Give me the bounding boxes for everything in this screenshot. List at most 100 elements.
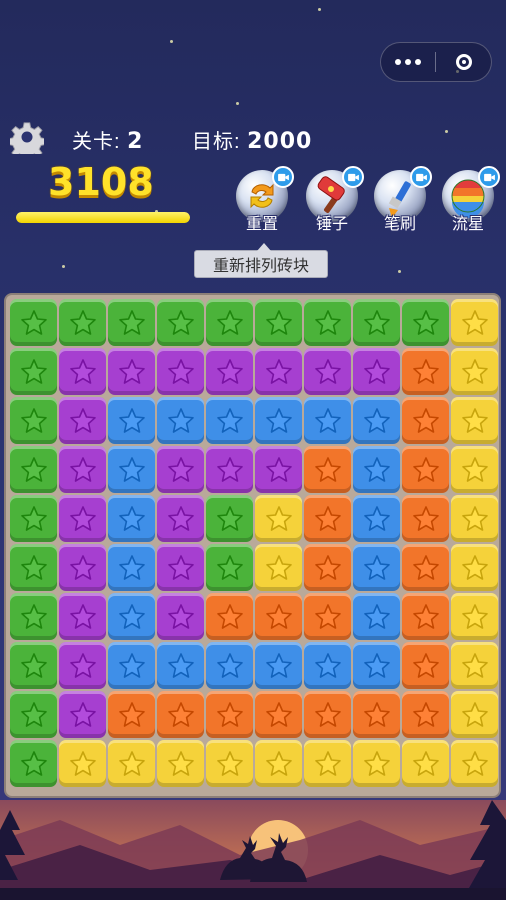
block-yellow[interactable] xyxy=(303,739,352,788)
tool-brush-button[interactable]: 笔刷 xyxy=(371,166,432,234)
block-purple[interactable] xyxy=(58,494,107,543)
block-purple[interactable] xyxy=(156,347,205,396)
block-green[interactable] xyxy=(9,347,58,396)
block-purple[interactable] xyxy=(58,690,107,739)
block-green[interactable] xyxy=(254,298,303,347)
block-orange[interactable] xyxy=(205,592,254,641)
block-orange[interactable] xyxy=(303,494,352,543)
block-yellow[interactable] xyxy=(107,739,156,788)
block-yellow[interactable] xyxy=(450,445,499,494)
block-green[interactable] xyxy=(58,298,107,347)
block-green[interactable] xyxy=(9,445,58,494)
block-purple[interactable] xyxy=(205,445,254,494)
block-green[interactable] xyxy=(205,494,254,543)
block-blue[interactable] xyxy=(107,543,156,592)
block-green[interactable] xyxy=(9,396,58,445)
block-orange[interactable] xyxy=(205,690,254,739)
block-purple[interactable] xyxy=(58,445,107,494)
block-yellow[interactable] xyxy=(254,494,303,543)
block-green[interactable] xyxy=(9,739,58,788)
block-purple[interactable] xyxy=(205,347,254,396)
block-blue[interactable] xyxy=(205,396,254,445)
block-orange[interactable] xyxy=(401,592,450,641)
block-orange[interactable] xyxy=(401,641,450,690)
block-blue[interactable] xyxy=(205,641,254,690)
block-blue[interactable] xyxy=(352,445,401,494)
more-dots-icon[interactable] xyxy=(381,43,435,81)
block-yellow[interactable] xyxy=(254,543,303,592)
block-blue[interactable] xyxy=(352,543,401,592)
block-orange[interactable] xyxy=(303,445,352,494)
target-circle-icon[interactable] xyxy=(436,43,491,81)
tool-meteor-button[interactable]: 流星 xyxy=(439,166,500,234)
block-blue[interactable] xyxy=(107,494,156,543)
block-orange[interactable] xyxy=(401,494,450,543)
block-green[interactable] xyxy=(401,298,450,347)
gear-icon[interactable] xyxy=(10,120,44,154)
block-blue[interactable] xyxy=(352,396,401,445)
block-purple[interactable] xyxy=(156,592,205,641)
block-orange[interactable] xyxy=(401,347,450,396)
block-orange[interactable] xyxy=(352,690,401,739)
block-purple[interactable] xyxy=(58,543,107,592)
block-yellow[interactable] xyxy=(450,396,499,445)
block-purple[interactable] xyxy=(58,641,107,690)
block-yellow[interactable] xyxy=(450,494,499,543)
block-blue[interactable] xyxy=(254,641,303,690)
block-yellow[interactable] xyxy=(156,739,205,788)
block-blue[interactable] xyxy=(352,641,401,690)
block-orange[interactable] xyxy=(254,690,303,739)
block-orange[interactable] xyxy=(401,445,450,494)
block-yellow[interactable] xyxy=(450,347,499,396)
block-green[interactable] xyxy=(205,298,254,347)
block-green[interactable] xyxy=(9,641,58,690)
block-blue[interactable] xyxy=(107,445,156,494)
block-yellow[interactable] xyxy=(450,543,499,592)
block-green[interactable] xyxy=(156,298,205,347)
block-green[interactable] xyxy=(352,298,401,347)
block-orange[interactable] xyxy=(401,396,450,445)
block-green[interactable] xyxy=(303,298,352,347)
block-orange[interactable] xyxy=(156,690,205,739)
block-yellow[interactable] xyxy=(450,690,499,739)
tool-reset-button[interactable]: 重置 xyxy=(233,166,294,234)
block-orange[interactable] xyxy=(303,690,352,739)
block-purple[interactable] xyxy=(58,592,107,641)
block-blue[interactable] xyxy=(352,592,401,641)
block-yellow[interactable] xyxy=(450,739,499,788)
block-orange[interactable] xyxy=(107,690,156,739)
block-yellow[interactable] xyxy=(58,739,107,788)
block-orange[interactable] xyxy=(303,592,352,641)
block-green[interactable] xyxy=(205,543,254,592)
block-purple[interactable] xyxy=(352,347,401,396)
tool-hammer-button[interactable]: 锤子 xyxy=(303,166,364,234)
block-blue[interactable] xyxy=(303,641,352,690)
block-purple[interactable] xyxy=(156,543,205,592)
block-orange[interactable] xyxy=(401,543,450,592)
block-blue[interactable] xyxy=(107,641,156,690)
block-blue[interactable] xyxy=(352,494,401,543)
block-orange[interactable] xyxy=(303,543,352,592)
block-purple[interactable] xyxy=(107,347,156,396)
block-yellow[interactable] xyxy=(450,641,499,690)
block-green[interactable] xyxy=(9,592,58,641)
block-purple[interactable] xyxy=(254,347,303,396)
block-blue[interactable] xyxy=(156,396,205,445)
block-yellow[interactable] xyxy=(450,592,499,641)
block-green[interactable] xyxy=(9,543,58,592)
block-green[interactable] xyxy=(107,298,156,347)
block-yellow[interactable] xyxy=(450,298,499,347)
block-yellow[interactable] xyxy=(352,739,401,788)
block-purple[interactable] xyxy=(156,445,205,494)
block-purple[interactable] xyxy=(254,445,303,494)
block-green[interactable] xyxy=(9,494,58,543)
block-purple[interactable] xyxy=(58,347,107,396)
block-purple[interactable] xyxy=(303,347,352,396)
block-orange[interactable] xyxy=(254,592,303,641)
block-blue[interactable] xyxy=(107,396,156,445)
block-purple[interactable] xyxy=(156,494,205,543)
block-blue[interactable] xyxy=(254,396,303,445)
block-blue[interactable] xyxy=(156,641,205,690)
block-yellow[interactable] xyxy=(401,739,450,788)
block-green[interactable] xyxy=(9,690,58,739)
